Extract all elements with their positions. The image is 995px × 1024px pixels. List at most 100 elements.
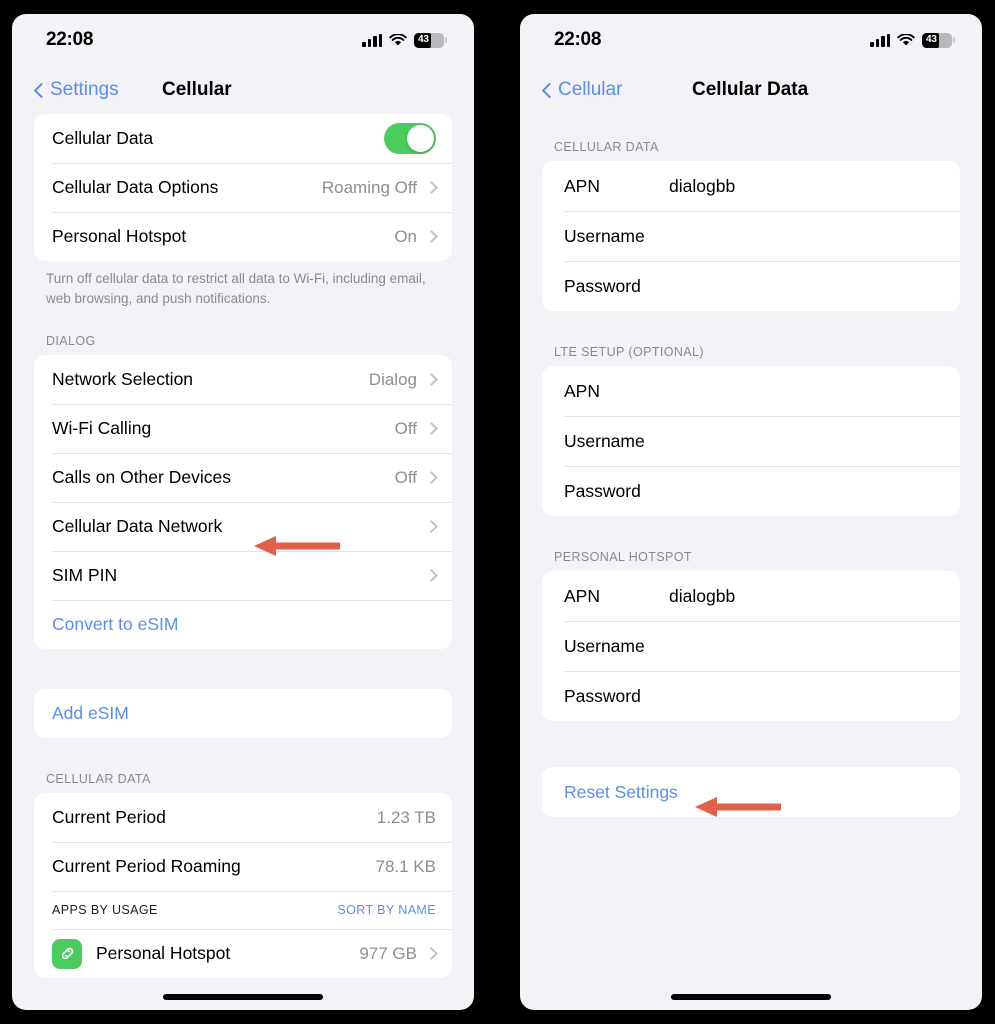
screenshot-stage: 22:08 43 Settings Cellular Cellular Data… [0,0,995,1024]
cellular-main-card: Cellular Data Cellular Data Options Roam… [34,114,452,261]
field-label: APN [564,175,600,196]
field-label: Password [564,275,641,296]
row-label: Wi-Fi Calling [52,418,152,439]
field-value: dialogbb [669,585,736,606]
row-add-esim[interactable]: Add eSIM [34,689,452,738]
row-label: SIM PIN [52,565,118,586]
status-time: 22:08 [46,29,94,50]
cellular-data-footnote: Turn off cellular data to restrict all d… [46,271,426,306]
add-esim-card: Add eSIM [34,689,452,739]
row-password[interactable]: Password [542,261,960,311]
home-indicator [671,994,831,1000]
phone-screen-cellular: 22:08 43 Settings Cellular Cellular Data… [12,14,474,1010]
row-value: 78.1 KB [375,856,437,876]
nav-bar-left: Settings Cellular [12,66,474,114]
row-label: Current Period Roaming [52,856,241,877]
status-indicators: 43 [362,32,447,48]
back-button-settings[interactable]: Settings [34,79,119,101]
battery-icon: 43 [414,32,447,48]
back-button-cellular[interactable]: Cellular [542,79,622,101]
row-password[interactable]: Password [542,671,960,721]
chevron-right-icon [425,947,438,960]
row-label: Cellular Data Options [52,177,219,197]
dialog-card: Network Selection Dialog Wi-Fi Calling O… [34,355,452,650]
battery-percent: 43 [418,34,429,45]
section-header-dialog: DIALOG [46,334,96,349]
toggle-knob [407,125,434,152]
usage-card: Current Period 1.23 TB Current Period Ro… [34,793,452,979]
home-indicator [163,994,323,1000]
field-label: Username [564,430,645,451]
row-app-personal-hotspot[interactable]: Personal Hotspot 977 GB [34,929,452,978]
row-value: On [394,226,417,246]
row-value: Off [394,467,417,487]
cellular-signal-icon [362,33,382,47]
row-cellular-data-network[interactable]: Cellular Data Network [34,502,452,551]
lte-setup-card: APN Username Password [542,366,960,516]
personal-hotspot-card: APN dialogbb Username Password [542,571,960,721]
field-label: Password [564,480,641,501]
field-label: Password [564,685,641,706]
page-title: Cellular Data [692,79,809,100]
row-password[interactable]: Password [542,466,960,516]
row-value: 977 GB [359,943,417,963]
row-sim-pin[interactable]: SIM PIN [34,551,452,600]
right-content: CELLULAR DATA APN dialogbb Username Pass… [520,114,982,817]
row-label: Cellular Data Network [52,516,223,537]
field-value: dialogbb [669,175,736,196]
row-reset-settings[interactable]: Reset Settings [542,767,960,817]
row-calls-on-other-devices[interactable]: Calls on Other Devices Off [34,453,452,502]
row-cellular-data[interactable]: Cellular Data [34,114,452,163]
row-network-selection[interactable]: Network Selection Dialog [34,355,452,404]
chevron-right-icon [425,373,438,386]
chevron-right-icon [425,471,438,484]
section-header-lte-setup: LTE SETUP (OPTIONAL) [554,345,704,359]
row-username[interactable]: Username [542,211,960,261]
row-username[interactable]: Username [542,621,960,671]
reset-settings-card: Reset Settings [542,767,960,817]
row-value: 1.23 TB [376,807,436,827]
row-username[interactable]: Username [542,416,960,466]
back-button-label: Settings [50,79,119,100]
row-apn[interactable]: APN dialogbb [542,161,960,211]
row-apn[interactable]: APN dialogbb [542,571,960,621]
field-label: APN [564,585,600,606]
status-indicators: 43 [870,32,955,48]
row-label: Reset Settings [564,781,678,802]
section-header-cellular-data: CELLULAR DATA [554,140,659,154]
row-cellular-data-options[interactable]: Cellular Data Options Roaming Off [34,163,452,212]
section-header-personal-hotspot: PERSONAL HOTSPOT [554,550,692,564]
row-label: Cellular Data [52,128,154,148]
nav-bar-right: Cellular Cellular Data [520,66,982,114]
cellular-data-apn-card: APN dialogbb Username Password [542,161,960,311]
back-button-label: Cellular [558,79,623,100]
row-label: Add eSIM [52,703,129,724]
chevron-left-icon [542,81,553,100]
chevron-right-icon [425,520,438,533]
row-apn[interactable]: APN [542,366,960,416]
battery-percent: 43 [926,34,937,45]
field-label: Username [564,225,645,246]
chevron-right-icon [425,569,438,582]
sort-by-name-button[interactable]: SORT BY NAME [337,903,436,917]
row-current-period-roaming: Current Period Roaming 78.1 KB [34,842,452,891]
wifi-icon [897,33,915,47]
status-time: 22:08 [554,29,602,50]
chevron-right-icon [425,422,438,435]
row-label: Current Period [52,807,166,828]
row-current-period: Current Period 1.23 TB [34,793,452,842]
status-bar-right: 22:08 43 [520,14,982,66]
row-convert-to-esim[interactable]: Convert to eSIM [34,600,452,649]
chevron-left-icon [34,81,45,100]
row-personal-hotspot[interactable]: Personal Hotspot On [34,212,452,261]
row-label: Personal Hotspot [96,943,231,964]
battery-icon: 43 [922,32,955,48]
cellular-data-toggle[interactable] [384,123,436,154]
row-value: Dialog [368,369,417,389]
apps-by-usage-label: APPS BY USAGE [52,903,158,918]
field-label: APN [564,380,600,401]
wifi-icon [389,33,407,47]
row-wifi-calling[interactable]: Wi-Fi Calling Off [34,404,452,453]
row-label: Calls on Other Devices [52,467,231,488]
left-content: Cellular Data Cellular Data Options Roam… [12,114,474,979]
